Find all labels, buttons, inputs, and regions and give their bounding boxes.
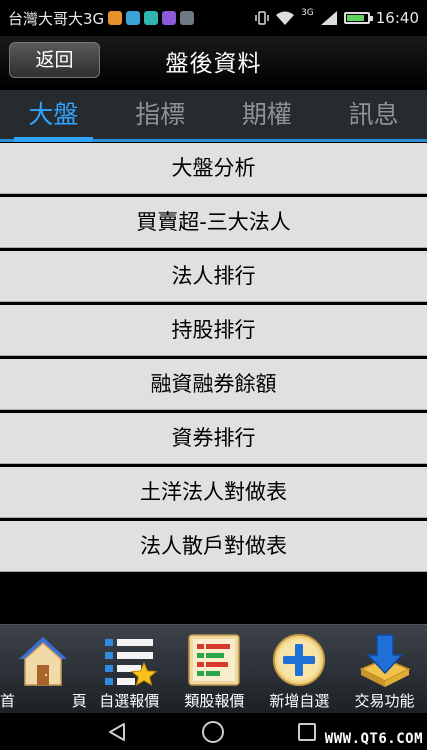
menu-list: 大盤分析 買賣超-三大法人 法人排行 持股排行 融資融券餘額 資券排行 土洋法人… (0, 143, 427, 575)
status-left: 台灣大哥大3G (8, 8, 195, 29)
menu-item-margin-ranking[interactable]: 資券排行 (0, 413, 427, 464)
watermark: WWW.QT6.COM (324, 731, 423, 747)
menu-item-institutional-net[interactable]: 買賣超-三大法人 (0, 197, 427, 248)
network-type-label: 3G (301, 7, 314, 18)
page-title: 盤後資料 (165, 51, 262, 77)
nav-home-icon[interactable] (201, 720, 225, 744)
clock: 16:40 (375, 9, 419, 27)
status-right: 3G 16:40 (255, 7, 419, 27)
sector-quote-button[interactable]: 類股報價 (172, 625, 257, 714)
sector-quote-label: 類股報價 (184, 692, 245, 710)
signal-icon (320, 11, 337, 25)
app-notification-icon (108, 11, 123, 25)
carrier-label: 台灣大哥大3G (8, 9, 105, 28)
add-icon (273, 634, 326, 686)
tab-bar: 大盤 指標 期權 訊息 (0, 90, 427, 142)
menu-item-institutional-ranking[interactable]: 法人排行 (0, 251, 427, 302)
message-notification-icon (126, 11, 141, 25)
menu-item-market-analysis[interactable]: 大盤分析 (0, 143, 427, 194)
status-bar: 台灣大哥大3G 3G 16:40 (0, 0, 427, 36)
watchlist-label: 自選報價 (99, 692, 160, 710)
add-watchlist-button[interactable]: 新增自選 (257, 625, 342, 714)
tab-market[interactable]: 大盤 (0, 90, 107, 142)
trade-icon (358, 634, 411, 687)
home-button[interactable]: 首 頁 (0, 625, 87, 714)
system-nav-bar: WWW.QT6.COM (0, 713, 427, 750)
chat-notification-icon (144, 11, 159, 25)
trade-button[interactable]: 交易功能 (342, 625, 427, 714)
gallery-notification-icon (162, 11, 177, 25)
tab-news[interactable]: 訊息 (320, 90, 427, 139)
menu-item-local-foreign-table[interactable]: 土洋法人對做表 (0, 467, 427, 518)
title-bar: 返回 盤後資料 (0, 36, 427, 88)
watchlist-icon (105, 639, 158, 687)
sector-quote-icon (188, 634, 241, 686)
menu-item-institutional-retail-table[interactable]: 法人散戶對做表 (0, 521, 427, 572)
nav-back-icon[interactable] (106, 721, 128, 743)
trade-label: 交易功能 (354, 692, 415, 710)
battery-level (346, 15, 364, 21)
nav-recent-apps-icon[interactable] (297, 722, 317, 742)
battery-tip (369, 16, 373, 21)
add-watchlist-label: 新增自選 (269, 692, 330, 710)
watchlist-button[interactable]: 自選報價 (87, 625, 172, 714)
home-icon (19, 637, 68, 686)
bottom-toolbar: 首 頁 自選報價 類股報價 新增自選 交易功能 (0, 624, 427, 714)
settings-notification-icon (180, 11, 195, 25)
wifi-icon (276, 11, 295, 25)
vibrate-icon (255, 11, 269, 25)
menu-item-holding-ranking[interactable]: 持股排行 (0, 305, 427, 356)
tab-futures-options[interactable]: 期權 (214, 90, 321, 139)
battery-icon (343, 12, 373, 24)
menu-item-margin-balance[interactable]: 融資融券餘額 (0, 359, 427, 410)
tab-indicators[interactable]: 指標 (107, 90, 214, 139)
